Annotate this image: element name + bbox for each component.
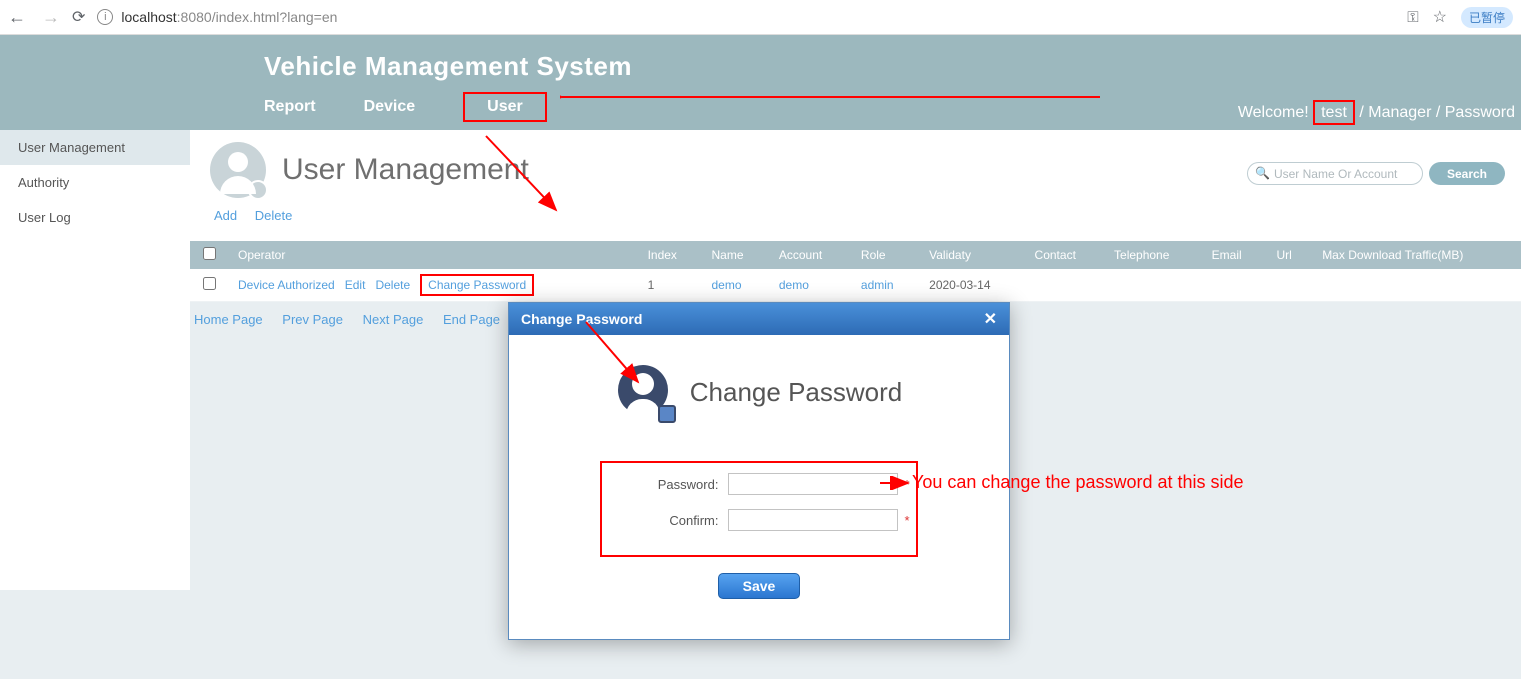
- key-icon[interactable]: ⚿: [1407, 9, 1418, 26]
- change-password-link[interactable]: Change Password: [420, 274, 534, 296]
- col-name: Name: [701, 241, 768, 269]
- pager-next[interactable]: Next Page: [363, 312, 424, 327]
- app-header: Vehicle Management System Report Device …: [0, 35, 1521, 130]
- profile-paused-badge[interactable]: 已暂停: [1461, 7, 1513, 28]
- browser-toolbar: ← → ⟳ i localhost:8080/index.html?lang=e…: [0, 0, 1521, 35]
- dialog-heading: Change Password: [690, 377, 902, 408]
- delete-link[interactable]: Delete: [255, 208, 293, 223]
- tab-report[interactable]: Report: [264, 98, 316, 116]
- forward-icon[interactable]: →: [42, 7, 60, 28]
- dialog-title-text: Change Password: [521, 311, 642, 327]
- select-all-checkbox[interactable]: [203, 247, 216, 260]
- user-gear-icon: [210, 142, 266, 198]
- col-index: Index: [638, 241, 702, 269]
- save-button[interactable]: Save: [718, 573, 801, 599]
- col-contact: Contact: [1025, 241, 1104, 269]
- tab-device[interactable]: Device: [364, 98, 416, 116]
- welcome-bar: Welcome! test / Manager / Password: [1238, 104, 1515, 122]
- annotation-text: You can change the password at this side: [912, 472, 1244, 493]
- password-form-highlight: Password: * Confirm: *: [600, 461, 917, 557]
- pager-prev[interactable]: Prev Page: [282, 312, 343, 327]
- password-input[interactable]: [728, 473, 898, 495]
- search-icon: 🔍: [1255, 166, 1270, 180]
- search-button[interactable]: Search: [1429, 162, 1505, 185]
- app-title: Vehicle Management System: [264, 51, 1521, 82]
- row-delete-link[interactable]: Delete: [375, 278, 410, 292]
- site-info-icon[interactable]: i: [97, 9, 113, 25]
- col-operator: Operator: [228, 241, 638, 269]
- close-icon[interactable]: ✕: [984, 309, 997, 329]
- back-icon[interactable]: ←: [8, 7, 26, 28]
- sidebar: User Management Authority User Log: [0, 130, 190, 590]
- required-mark: *: [904, 513, 909, 528]
- page-title: User Management: [282, 153, 529, 187]
- edit-link[interactable]: Edit: [345, 278, 366, 292]
- required-mark: *: [904, 477, 909, 492]
- col-telephone: Telephone: [1104, 241, 1202, 269]
- bookmark-icon[interactable]: ☆: [1433, 7, 1447, 27]
- add-link[interactable]: Add: [214, 208, 237, 223]
- user-table: Operator Index Name Account Role Validat…: [190, 241, 1521, 302]
- cell-validity: 2020-03-14: [919, 269, 1024, 302]
- password-label: Password:: [608, 477, 728, 492]
- pager-end[interactable]: End Page: [443, 312, 500, 327]
- cell-name[interactable]: demo: [711, 278, 741, 292]
- confirm-label: Confirm:: [608, 513, 728, 528]
- cell-account[interactable]: demo: [779, 278, 809, 292]
- change-password-dialog: Change Password ✕ Change Password Passwo…: [508, 302, 1010, 640]
- sidebar-item-user-log[interactable]: User Log: [0, 200, 190, 235]
- sidebar-item-user-management[interactable]: User Management: [0, 130, 190, 165]
- col-max-traffic: Max Download Traffic(MB): [1312, 241, 1521, 269]
- row-checkbox[interactable]: [203, 277, 216, 290]
- col-validity: Validaty: [919, 241, 1024, 269]
- lock-avatar-icon: [616, 363, 674, 421]
- role-link[interactable]: Manager: [1368, 104, 1431, 121]
- reload-icon[interactable]: ⟳: [72, 7, 85, 27]
- col-email: Email: [1202, 241, 1267, 269]
- tab-user[interactable]: User: [463, 92, 547, 122]
- toolbar: Add Delete: [210, 198, 1501, 231]
- col-url: Url: [1266, 241, 1312, 269]
- col-account: Account: [769, 241, 851, 269]
- password-link[interactable]: Password: [1445, 104, 1515, 121]
- col-role: Role: [851, 241, 919, 269]
- dialog-titlebar[interactable]: Change Password ✕: [509, 303, 1009, 335]
- confirm-input[interactable]: [728, 509, 898, 531]
- address-bar[interactable]: i localhost:8080/index.html?lang=en: [97, 9, 1395, 25]
- cell-index: 1: [638, 269, 702, 302]
- device-authorized-link[interactable]: Device Authorized: [238, 278, 335, 292]
- current-user[interactable]: test: [1313, 100, 1355, 125]
- pager-home[interactable]: Home Page: [194, 312, 263, 327]
- sidebar-item-authority[interactable]: Authority: [0, 165, 190, 200]
- table-row: Device Authorized Edit Delete Change Pas…: [190, 269, 1521, 302]
- cell-role[interactable]: admin: [861, 278, 894, 292]
- search-input[interactable]: [1247, 162, 1423, 185]
